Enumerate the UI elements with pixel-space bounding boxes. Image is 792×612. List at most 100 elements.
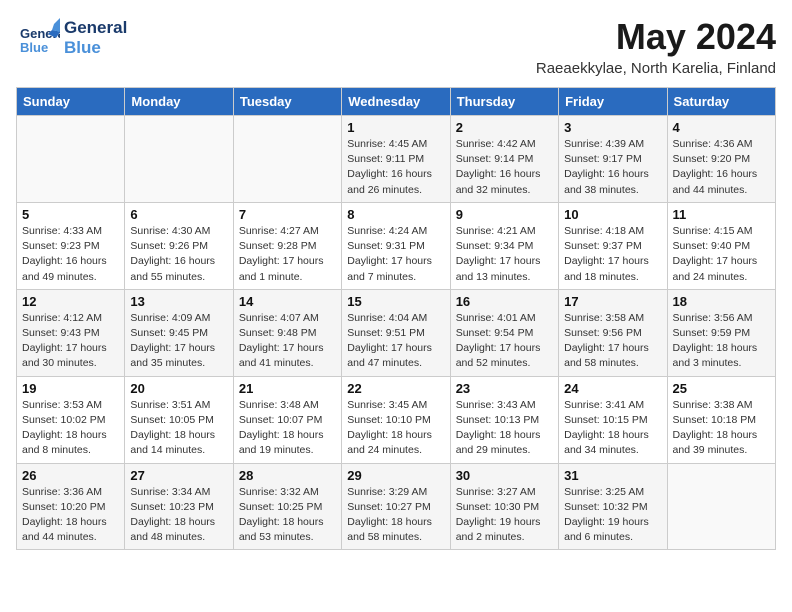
- calendar-week-4: 19 Sunrise: 3:53 AMSunset: 10:02 PMDaylig…: [17, 376, 776, 463]
- day-number: 25: [673, 381, 770, 396]
- calendar-cell: 30 Sunrise: 3:27 AMSunset: 10:30 PMDaylig…: [450, 463, 558, 550]
- day-number: 30: [456, 468, 553, 483]
- calendar-week-1: 1 Sunrise: 4:45 AMSunset: 9:11 PMDaylight…: [17, 116, 776, 203]
- page-header: General Blue General Blue May 2024 Raeae…: [16, 16, 776, 77]
- day-info: Sunrise: 4:24 AMSunset: 9:31 PMDaylight:…: [347, 224, 444, 285]
- calendar-body: 1 Sunrise: 4:45 AMSunset: 9:11 PMDaylight…: [17, 116, 776, 550]
- day-number: 7: [239, 207, 336, 222]
- day-number: 26: [22, 468, 119, 483]
- calendar-cell: 19 Sunrise: 3:53 AMSunset: 10:02 PMDaylig…: [17, 376, 125, 463]
- day-number: 1: [347, 120, 444, 135]
- calendar-cell: 1 Sunrise: 4:45 AMSunset: 9:11 PMDaylight…: [342, 116, 450, 203]
- day-info: Sunrise: 3:32 AMSunset: 10:25 PMDaylight…: [239, 485, 336, 546]
- logo-text-block: General Blue: [64, 18, 127, 59]
- day-info: Sunrise: 3:25 AMSunset: 10:32 PMDaylight…: [564, 485, 661, 546]
- logo-line1: General: [64, 18, 127, 38]
- location-subtitle: Raeaekkylae, North Karelia, Finland: [536, 60, 776, 77]
- day-number: 22: [347, 381, 444, 396]
- calendar-cell: 25 Sunrise: 3:38 AMSunset: 10:18 PMDaylig…: [667, 376, 775, 463]
- calendar-cell: 28 Sunrise: 3:32 AMSunset: 10:25 PMDaylig…: [233, 463, 341, 550]
- calendar-cell: 31Sunrise: 3:25 AMSunset: 10:32 PMDaylig…: [559, 463, 667, 550]
- calendar-cell: 17 Sunrise: 3:58 AMSunset: 9:56 PMDayligh…: [559, 289, 667, 376]
- calendar-cell: 29 Sunrise: 3:29 AMSunset: 10:27 PMDaylig…: [342, 463, 450, 550]
- day-number: 23: [456, 381, 553, 396]
- calendar-cell: 7 Sunrise: 4:27 AMSunset: 9:28 PMDaylight…: [233, 202, 341, 289]
- calendar-cell: 5Sunrise: 4:33 AMSunset: 9:23 PMDaylight…: [17, 202, 125, 289]
- day-number: 28: [239, 468, 336, 483]
- calendar-cell: 6 Sunrise: 4:30 AMSunset: 9:26 PMDaylight…: [125, 202, 233, 289]
- dow-header-wednesday: Wednesday: [342, 88, 450, 116]
- day-info: Sunrise: 3:48 AMSunset: 10:07 PMDaylight…: [239, 398, 336, 459]
- dow-header-tuesday: Tuesday: [233, 88, 341, 116]
- dow-header-sunday: Sunday: [17, 88, 125, 116]
- day-info: Sunrise: 4:36 AMSunset: 9:20 PMDaylight:…: [673, 137, 770, 198]
- calendar-cell: [125, 116, 233, 203]
- day-info: Sunrise: 4:12 AMSunset: 9:43 PMDaylight:…: [22, 311, 119, 372]
- day-info: Sunrise: 4:01 AMSunset: 9:54 PMDaylight:…: [456, 311, 553, 372]
- day-number: 27: [130, 468, 227, 483]
- calendar-week-2: 5Sunrise: 4:33 AMSunset: 9:23 PMDaylight…: [17, 202, 776, 289]
- day-number: 19: [22, 381, 119, 396]
- day-number: 6: [130, 207, 227, 222]
- day-info: Sunrise: 4:07 AMSunset: 9:48 PMDaylight:…: [239, 311, 336, 372]
- day-number: 16: [456, 294, 553, 309]
- day-number: 17: [564, 294, 661, 309]
- calendar-cell: 12Sunrise: 4:12 AMSunset: 9:43 PMDayligh…: [17, 289, 125, 376]
- calendar-cell: 8 Sunrise: 4:24 AMSunset: 9:31 PMDaylight…: [342, 202, 450, 289]
- day-info: Sunrise: 4:45 AMSunset: 9:11 PMDaylight:…: [347, 137, 444, 198]
- day-info: Sunrise: 4:18 AMSunset: 9:37 PMDaylight:…: [564, 224, 661, 285]
- day-number: 18: [673, 294, 770, 309]
- day-info: Sunrise: 3:45 AMSunset: 10:10 PMDaylight…: [347, 398, 444, 459]
- calendar-cell: 2Sunrise: 4:42 AMSunset: 9:14 PMDaylight…: [450, 116, 558, 203]
- day-number: 3: [564, 120, 661, 135]
- calendar-cell: 16 Sunrise: 4:01 AMSunset: 9:54 PMDayligh…: [450, 289, 558, 376]
- dow-header-saturday: Saturday: [667, 88, 775, 116]
- svg-text:Blue: Blue: [20, 40, 48, 55]
- day-info: Sunrise: 3:51 AMSunset: 10:05 PMDaylight…: [130, 398, 227, 459]
- dow-header-thursday: Thursday: [450, 88, 558, 116]
- day-info: Sunrise: 3:34 AMSunset: 10:23 PMDaylight…: [130, 485, 227, 546]
- logo-line2: Blue: [64, 38, 127, 58]
- calendar-cell: 24Sunrise: 3:41 AMSunset: 10:15 PMDaylig…: [559, 376, 667, 463]
- day-number: 4: [673, 120, 770, 135]
- day-number: 15: [347, 294, 444, 309]
- calendar-cell: 11 Sunrise: 4:15 AMSunset: 9:40 PMDayligh…: [667, 202, 775, 289]
- calendar-table: SundayMondayTuesdayWednesdayThursdayFrid…: [16, 87, 776, 550]
- day-number: 29: [347, 468, 444, 483]
- calendar-cell: [233, 116, 341, 203]
- day-info: Sunrise: 3:56 AMSunset: 9:59 PMDaylight:…: [673, 311, 770, 372]
- day-number: 21: [239, 381, 336, 396]
- day-number: 9: [456, 207, 553, 222]
- calendar-cell: 22 Sunrise: 3:45 AMSunset: 10:10 PMDaylig…: [342, 376, 450, 463]
- day-info: Sunrise: 3:58 AMSunset: 9:56 PMDaylight:…: [564, 311, 661, 372]
- calendar-week-3: 12Sunrise: 4:12 AMSunset: 9:43 PMDayligh…: [17, 289, 776, 376]
- day-number: 10: [564, 207, 661, 222]
- calendar-week-5: 26Sunrise: 3:36 AMSunset: 10:20 PMDaylig…: [17, 463, 776, 550]
- calendar-cell: 23Sunrise: 3:43 AMSunset: 10:13 PMDaylig…: [450, 376, 558, 463]
- dow-header-monday: Monday: [125, 88, 233, 116]
- day-info: Sunrise: 4:39 AMSunset: 9:17 PMDaylight:…: [564, 137, 661, 198]
- calendar-cell: 15 Sunrise: 4:04 AMSunset: 9:51 PMDayligh…: [342, 289, 450, 376]
- day-info: Sunrise: 3:38 AMSunset: 10:18 PMDaylight…: [673, 398, 770, 459]
- calendar-cell: 18 Sunrise: 3:56 AMSunset: 9:59 PMDayligh…: [667, 289, 775, 376]
- day-info: Sunrise: 4:21 AMSunset: 9:34 PMDaylight:…: [456, 224, 553, 285]
- calendar-cell: 3 Sunrise: 4:39 AMSunset: 9:17 PMDaylight…: [559, 116, 667, 203]
- day-info: Sunrise: 4:27 AMSunset: 9:28 PMDaylight:…: [239, 224, 336, 285]
- day-number: 20: [130, 381, 227, 396]
- calendar-cell: 13Sunrise: 4:09 AMSunset: 9:45 PMDayligh…: [125, 289, 233, 376]
- title-block: May 2024 Raeaekkylae, North Karelia, Fin…: [536, 16, 776, 77]
- day-info: Sunrise: 4:15 AMSunset: 9:40 PMDaylight:…: [673, 224, 770, 285]
- day-number: 11: [673, 207, 770, 222]
- day-info: Sunrise: 4:04 AMSunset: 9:51 PMDaylight:…: [347, 311, 444, 372]
- day-number: 13: [130, 294, 227, 309]
- calendar-cell: [17, 116, 125, 203]
- day-info: Sunrise: 3:27 AMSunset: 10:30 PMDaylight…: [456, 485, 553, 546]
- day-number: 14: [239, 294, 336, 309]
- calendar-cell: 27 Sunrise: 3:34 AMSunset: 10:23 PMDaylig…: [125, 463, 233, 550]
- day-number: 8: [347, 207, 444, 222]
- calendar-cell: 4 Sunrise: 4:36 AMSunset: 9:20 PMDaylight…: [667, 116, 775, 203]
- calendar-cell: 10 Sunrise: 4:18 AMSunset: 9:37 PMDayligh…: [559, 202, 667, 289]
- day-info: Sunrise: 4:30 AMSunset: 9:26 PMDaylight:…: [130, 224, 227, 285]
- day-info: Sunrise: 3:53 AMSunset: 10:02 PMDaylight…: [22, 398, 119, 459]
- day-info: Sunrise: 3:29 AMSunset: 10:27 PMDaylight…: [347, 485, 444, 546]
